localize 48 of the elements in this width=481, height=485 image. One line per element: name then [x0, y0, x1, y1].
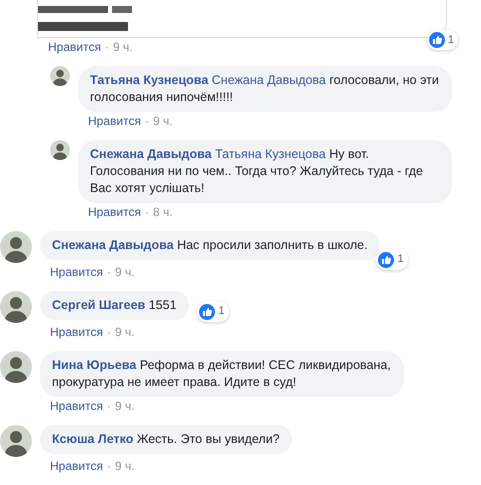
- avatar[interactable]: [50, 140, 70, 160]
- thumbs-up-icon: [428, 32, 445, 48]
- like-link[interactable]: Нравится: [88, 114, 141, 129]
- author-name[interactable]: Сергей Шагеев: [52, 298, 146, 312]
- like-link[interactable]: Нравится: [50, 325, 103, 340]
- timestamp: 9 ч.: [114, 325, 135, 340]
- author-name[interactable]: Нина Юрьева: [52, 358, 136, 372]
- comment-text: Татьяна Кузнецова Снежана Давыдова голосовали, но эти голосования нипочём!!!!!: [90, 72, 440, 106]
- separator-dot: ·: [106, 265, 111, 280]
- like-link[interactable]: Нравится: [88, 205, 141, 220]
- timestamp: 9 ч.: [112, 40, 133, 55]
- author-name[interactable]: Снежана Давыдова: [52, 238, 174, 252]
- timestamp: 9 ч.: [114, 459, 135, 474]
- reaction-count[interactable]: 1: [426, 30, 458, 50]
- avatar[interactable]: [0, 425, 32, 457]
- avatar[interactable]: [50, 66, 70, 86]
- thumbs-up-icon: [378, 252, 394, 268]
- reaction-count[interactable]: 1: [197, 301, 229, 322]
- like-link[interactable]: Нравится: [50, 265, 103, 280]
- like-link[interactable]: Нравится: [50, 399, 103, 414]
- comment-text: Ксюша Летко Жесть. Это вы увидели?: [52, 431, 280, 448]
- separator-dot: ·: [106, 399, 111, 414]
- comment-text: Снежана Давыдова Татьяна Кузнецова Ну вот. Голосования ни по чем.. Тогда что? Жалуйтесь туда - где Вас хотят услішать!: [90, 146, 424, 197]
- timestamp: 9 ч.: [114, 399, 135, 414]
- separator-dot: ·: [144, 114, 149, 129]
- comment-text: Сергей Шагеев 1551: [52, 297, 177, 314]
- author-name[interactable]: Снежана Давыдова: [90, 147, 212, 161]
- comment-text: Нина Юрьева Реформа в действии! СЕС ликвидирована, прокуратура не имеет права. Идите в суд!: [52, 357, 392, 391]
- separator-dot: ·: [106, 459, 111, 474]
- timestamp: 9 ч.: [114, 265, 135, 280]
- avatar[interactable]: [0, 351, 32, 383]
- mention-link[interactable]: Снежана Давыдова: [212, 73, 326, 87]
- avatar[interactable]: [0, 231, 32, 263]
- thumbs-up-icon: [199, 304, 216, 320]
- reaction-count[interactable]: 1: [376, 249, 408, 270]
- separator-dot: ·: [104, 40, 109, 55]
- comment-text: Снежана Давыдова Нас просили заполнить в школе.: [52, 237, 368, 254]
- separator-dot: ·: [144, 205, 149, 220]
- like-link[interactable]: Нравится: [50, 459, 103, 474]
- like-link[interactable]: Нравится: [48, 40, 101, 55]
- mention-link[interactable]: Татьяна Кузнецова: [215, 147, 326, 161]
- author-name[interactable]: Татьяна Кузнецова: [90, 73, 208, 87]
- timestamp: 8 ч.: [152, 205, 173, 220]
- separator-dot: ·: [106, 325, 111, 340]
- author-name[interactable]: Ксюша Летко: [52, 432, 134, 446]
- timestamp: 9 ч.: [152, 114, 173, 129]
- link-preview-card[interactable]: [37, 0, 447, 38]
- avatar[interactable]: [0, 291, 32, 323]
